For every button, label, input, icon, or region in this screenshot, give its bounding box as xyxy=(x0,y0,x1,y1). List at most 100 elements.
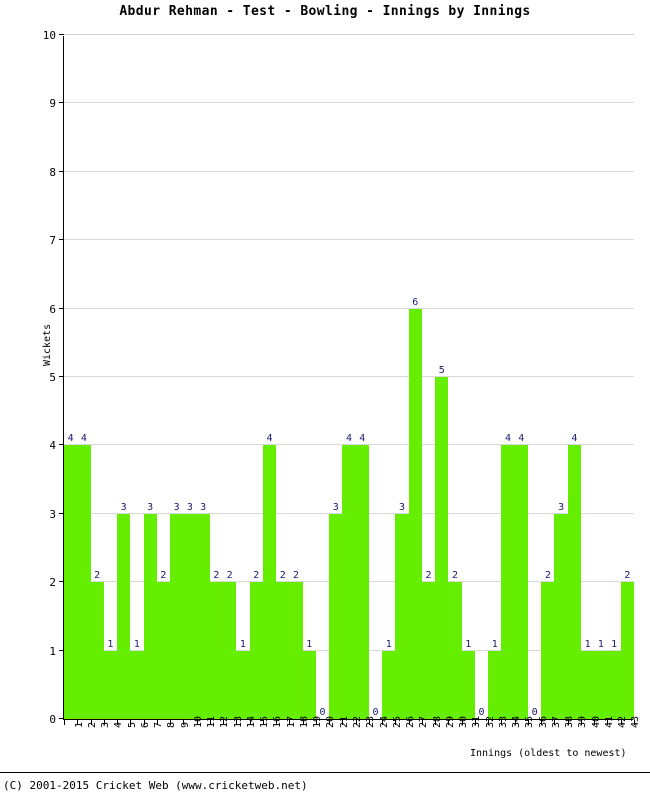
bar-value-label: 3 xyxy=(558,501,565,513)
bar[interactable]: 0 xyxy=(369,35,382,719)
bar[interactable]: 0 xyxy=(316,35,329,719)
bar-value-label: 4 xyxy=(571,433,578,445)
bar[interactable]: 3 xyxy=(143,35,157,719)
bar-rect xyxy=(130,650,144,719)
y-tick-label: 7 xyxy=(49,234,56,248)
x-tick-label: 1 xyxy=(73,721,85,728)
bar-rect xyxy=(567,445,581,719)
bar[interactable]: 1 xyxy=(103,35,118,719)
x-tick-label: 20 xyxy=(325,715,337,728)
x-tick-label: 29 xyxy=(444,715,456,728)
bar-value-label: 4 xyxy=(80,433,87,445)
bar[interactable]: 4 xyxy=(514,35,528,719)
bar[interactable]: 4 xyxy=(501,35,515,719)
x-tick-label: 2 xyxy=(86,721,98,728)
bar[interactable]: 1 xyxy=(130,35,144,719)
bar-value-label: 1 xyxy=(584,638,591,650)
bar[interactable]: 4 xyxy=(64,35,78,719)
bar-value-label: 1 xyxy=(306,638,313,650)
x-tick-label: 39 xyxy=(577,715,589,728)
bar[interactable]: 3 xyxy=(196,35,210,719)
x-tick-label: 27 xyxy=(418,715,430,728)
bar[interactable]: 1 xyxy=(236,35,250,719)
bar[interactable]: 4 xyxy=(77,35,91,719)
bar[interactable]: 1 xyxy=(461,35,475,719)
bar-rect xyxy=(117,513,131,719)
bar-rect xyxy=(448,582,462,719)
bar[interactable]: 2 xyxy=(249,35,263,719)
x-tick-label: 37 xyxy=(550,715,562,728)
y-tick-label: 2 xyxy=(49,576,56,590)
bar[interactable]: 0 xyxy=(475,35,488,719)
x-tick-label: 36 xyxy=(537,715,549,728)
bar-rect xyxy=(156,582,171,719)
y-tick-label: 8 xyxy=(49,165,56,179)
bar[interactable]: 5 xyxy=(435,35,449,719)
x-tick-label: 7 xyxy=(153,721,165,728)
x-tick-label: 41 xyxy=(603,715,615,728)
bar[interactable]: 2 xyxy=(541,35,555,719)
bar-rect xyxy=(620,582,634,719)
bar[interactable]: 2 xyxy=(448,35,462,719)
bar-value-label: 2 xyxy=(544,570,551,582)
bar[interactable]: 4 xyxy=(342,35,356,719)
bar[interactable]: 2 xyxy=(289,35,303,719)
bar-value-label: 1 xyxy=(611,638,618,650)
bar-value-label: 2 xyxy=(452,570,459,582)
bar-value-label: 1 xyxy=(107,638,114,650)
bar-rect xyxy=(488,650,502,719)
bar[interactable]: 1 xyxy=(302,35,316,719)
bar[interactable]: 2 xyxy=(276,35,290,719)
chart-title: Abdur Rehman - Test - Bowling - Innings … xyxy=(119,4,531,19)
y-tick-label: 1 xyxy=(49,644,56,658)
bar[interactable]: 1 xyxy=(607,35,621,719)
bar-value-label: 2 xyxy=(160,570,167,582)
bar[interactable]: 2 xyxy=(223,35,237,719)
bar[interactable]: 3 xyxy=(329,35,343,719)
bar[interactable]: 1 xyxy=(594,35,608,719)
bar[interactable]: 0 xyxy=(528,35,541,719)
bar-value-label: 1 xyxy=(597,638,604,650)
bar[interactable]: 3 xyxy=(395,35,409,719)
bar[interactable]: 4 xyxy=(355,35,369,719)
y-tick-label: 10 xyxy=(42,29,56,42)
bar-value-label: 2 xyxy=(425,570,432,582)
x-tick-label: 25 xyxy=(391,715,403,728)
bar[interactable]: 3 xyxy=(183,35,197,719)
y-tick-label: 9 xyxy=(49,97,56,111)
bar-value-label: 2 xyxy=(624,570,631,582)
bar-value-label: 1 xyxy=(239,638,246,650)
bar-value-label: 3 xyxy=(399,501,406,513)
chart-container: Abdur Rehman - Test - Bowling - Innings … xyxy=(0,0,650,800)
bar[interactable]: 3 xyxy=(170,35,184,719)
x-tick-label: 22 xyxy=(352,715,363,728)
bar-value-label: 4 xyxy=(359,433,366,445)
bar-rect xyxy=(196,513,210,719)
bar[interactable]: 4 xyxy=(262,35,277,719)
bar[interactable]: 3 xyxy=(554,35,568,719)
x-tick-label: 31 xyxy=(471,715,483,728)
bar-value-label: 2 xyxy=(213,570,220,582)
x-tick-label: 24 xyxy=(378,715,390,728)
bar[interactable]: 3 xyxy=(117,35,131,719)
bar[interactable]: 1 xyxy=(382,35,396,719)
bar[interactable]: 1 xyxy=(488,35,502,719)
bar-value-label: 1 xyxy=(385,638,392,650)
x-tick-label: 28 xyxy=(431,715,443,728)
bar-value-label: 2 xyxy=(279,570,286,582)
x-tick-label: 30 xyxy=(458,715,470,728)
bar[interactable]: 2 xyxy=(620,35,634,719)
x-tick-label: 16 xyxy=(272,715,284,728)
bar[interactable]: 4 xyxy=(567,35,581,719)
bar[interactable]: 1 xyxy=(580,35,595,719)
x-tick-label: 32 xyxy=(484,715,496,728)
bar-value-label: 2 xyxy=(226,570,233,582)
bar[interactable]: 2 xyxy=(156,35,171,719)
bar[interactable]: 2 xyxy=(421,35,436,719)
bar[interactable]: 2 xyxy=(209,35,224,719)
bar[interactable]: 6 xyxy=(408,35,422,719)
bar-rect xyxy=(209,582,224,719)
bar-rect xyxy=(554,513,568,719)
y-tick-label: 4 xyxy=(49,439,56,453)
bar[interactable]: 2 xyxy=(90,35,104,719)
